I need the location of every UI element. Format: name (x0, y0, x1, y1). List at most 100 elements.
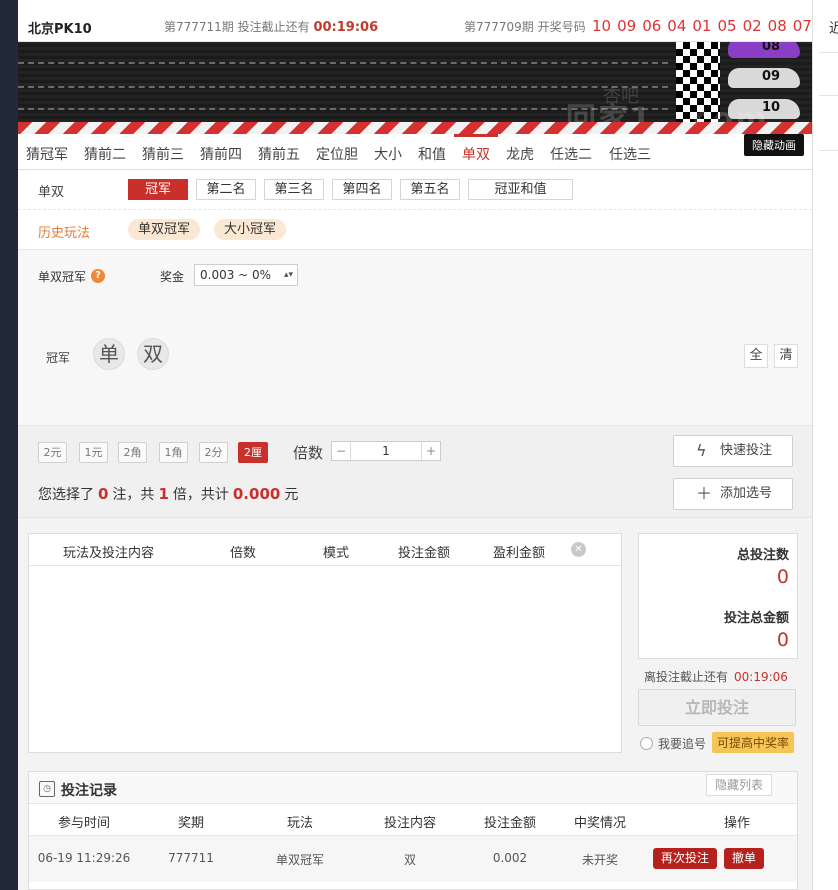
current-issue-text: 第777711期 投注截止还有 (164, 20, 310, 34)
sub-option-second[interactable]: 第二名 (196, 179, 256, 200)
sub-option-fifth[interactable]: 第五名 (400, 179, 460, 200)
mode-1yuan[interactable]: 1元 (79, 442, 108, 463)
bet-times: 1 (158, 485, 169, 503)
mode-1jiao[interactable]: 1角 (159, 442, 188, 463)
draw-number: 01 (692, 17, 712, 35)
deadline-countdown: 00:19:06 (734, 670, 788, 684)
draw-number: 04 (667, 17, 687, 35)
tab-pick3[interactable]: 任选三 (609, 144, 651, 164)
race-car: 08 (728, 42, 800, 58)
draw-number: 10 (592, 17, 612, 35)
row-time: 06-19 11:29:26 (37, 851, 131, 865)
records-header: ◷ 投注记录 隐藏列表 (29, 772, 797, 804)
quick-bet-label: 快速投注 (720, 443, 773, 458)
history-label: 历史玩法 (38, 226, 91, 241)
summary-suffix: 元 (284, 487, 299, 503)
rebet-button[interactable]: 再次投注 (653, 848, 718, 869)
bet-records: ◷ 投注记录 隐藏列表 参与时间 奖期 玩法 投注内容 投注金额 中奖情况 操作… (28, 771, 798, 890)
bet-totals: 总投注数 0 投注总金额 0 (638, 533, 798, 659)
mode-2li[interactable]: 2厘 (238, 442, 268, 463)
clear-button[interactable]: 清 (774, 344, 798, 368)
history-item[interactable]: 大小冠军 (214, 219, 287, 240)
total-amount-value: 0 (776, 629, 789, 651)
lane-line (18, 62, 668, 64)
sub-option-sum[interactable]: 冠亚和值 (468, 179, 573, 200)
car-number: 09 (762, 69, 781, 84)
plus-button[interactable]: + (422, 442, 440, 460)
records-columns: 参与时间 奖期 玩法 投注内容 投注金额 中奖情况 操作 (29, 804, 797, 836)
tab-big-small[interactable]: 大小 (374, 144, 402, 164)
col-actions: 操作 (723, 816, 751, 831)
prize-select[interactable]: 0.003 ~ 0% ▴▾ (194, 264, 298, 286)
add-selection-button[interactable]: ＋ 添加选号 (673, 478, 793, 510)
lane-line (18, 86, 668, 88)
draw-number: 06 (642, 17, 662, 35)
multiplier-stepper: − 1 + (331, 441, 441, 461)
minus-button[interactable]: − (332, 442, 350, 460)
tab-guess-top5[interactable]: 猜前五 (258, 144, 300, 164)
place-bet-button[interactable]: 立即投注 (638, 689, 796, 726)
play-name: 单双冠军 (38, 270, 87, 284)
history-plays: 历史玩法 单双冠军 大小冠军 (18, 210, 812, 250)
tab-position[interactable]: 定位胆 (316, 144, 358, 164)
tab-pick2[interactable]: 任选二 (550, 144, 592, 164)
draw-numbers: 10090604010502080703 (592, 17, 812, 35)
cart-header: 玩法及投注内容 倍数 模式 投注金额 盈利金额 ✕ (29, 534, 621, 566)
deadline: 离投注截止还有 00:19:06 (644, 668, 788, 685)
cart-col-amount: 投注金额 (398, 546, 451, 561)
row-status: 未开奖 (581, 853, 619, 867)
hide-list-button[interactable]: 隐藏列表 (706, 774, 772, 796)
tab-odd-even[interactable]: 单双 (454, 134, 498, 164)
sub-play-row: 单双 冠军 第二名 第三名 第四名 第五名 冠亚和值 (18, 170, 812, 210)
sub-option-third[interactable]: 第三名 (264, 179, 324, 200)
row-play: 单双冠军 (275, 853, 325, 867)
summary-prefix: 您选择了 (38, 487, 94, 503)
quick-bet-button[interactable]: ϟ 快速投注 (673, 435, 793, 467)
bet-cart: 玩法及投注内容 倍数 模式 投注金额 盈利金额 ✕ (28, 533, 622, 753)
cancel-order-button[interactable]: 撤单 (724, 848, 765, 869)
prize-value: 0.003 ~ 0% (200, 268, 272, 282)
record-clock-icon: ◷ (39, 781, 55, 797)
cart-col-mode: 模式 (323, 546, 350, 561)
col-status: 中奖情况 (573, 816, 627, 831)
ball-even[interactable]: 双 (137, 338, 169, 370)
mode-2yuan[interactable]: 2元 (38, 442, 67, 463)
bet-settings: 2元 1元 2角 1角 2分 2厘 倍数 − 1 + 您选择了 0 注，共 1 倍，共计… (18, 426, 812, 518)
summary-mid2: 倍，共计 (172, 487, 229, 503)
bet-amount: 0.000 (232, 485, 281, 503)
history-item[interactable]: 单双冠军 (128, 219, 201, 240)
tab-sum[interactable]: 和值 (418, 144, 446, 164)
track-curb (18, 122, 812, 134)
main-panel: 北京PK10 第777711期 投注截止还有 00:19:06 第777709期… (18, 0, 812, 890)
mode-2fen[interactable]: 2分 (199, 442, 228, 463)
clear-cart-icon[interactable]: ✕ (571, 542, 586, 557)
chase-option[interactable]: 我要追号 (640, 735, 706, 752)
left-background-strip (0, 0, 18, 890)
tab-guess-top3[interactable]: 猜前三 (142, 144, 184, 164)
chase-radio[interactable] (640, 737, 653, 750)
tab-guess-champion[interactable]: 猜冠军 (26, 144, 68, 164)
table-row: 06-19 11:29:26 777711 单双冠军 双 0.002 未开奖 再… (29, 836, 797, 882)
mode-2jiao[interactable]: 2角 (118, 442, 147, 463)
tab-dragon-tiger[interactable]: 龙虎 (506, 144, 534, 164)
lottery-header: 北京PK10 第777711期 投注截止还有 00:19:06 第777709期… (18, 0, 812, 42)
prize-label: 奖金 (160, 270, 185, 284)
number-selection-area: 单双冠军 ? 奖金 0.003 ~ 0% ▴▾ 冠军 单 双 全 清 (18, 250, 812, 426)
tab-guess-top4[interactable]: 猜前四 (200, 144, 242, 164)
row-label: 冠军 (46, 351, 71, 365)
lightning-icon: ϟ (696, 441, 707, 460)
ball-odd[interactable]: 单 (93, 338, 125, 370)
row-amount: 0.002 (492, 851, 528, 865)
tab-guess-top2[interactable]: 猜前二 (84, 144, 126, 164)
sub-option-champion[interactable]: 冠军 (128, 179, 188, 200)
select-all-button[interactable]: 全 (744, 344, 768, 368)
multiplier-input[interactable]: 1 (350, 442, 422, 460)
help-icon[interactable]: ? (91, 269, 105, 283)
hide-animation-button[interactable]: 隐藏动画 (744, 134, 804, 156)
sub-option-fourth[interactable]: 第四名 (332, 179, 392, 200)
col-amount: 投注金额 (483, 816, 537, 831)
summary-mid1: 注，共 (112, 487, 155, 503)
chase-label: 我要追号 (658, 737, 707, 751)
cart-col-profit: 盈利金额 (493, 546, 546, 561)
order-area: 玩法及投注内容 倍数 模式 投注金额 盈利金额 ✕ 总投注数 0 投注总金额 0… (18, 518, 812, 758)
